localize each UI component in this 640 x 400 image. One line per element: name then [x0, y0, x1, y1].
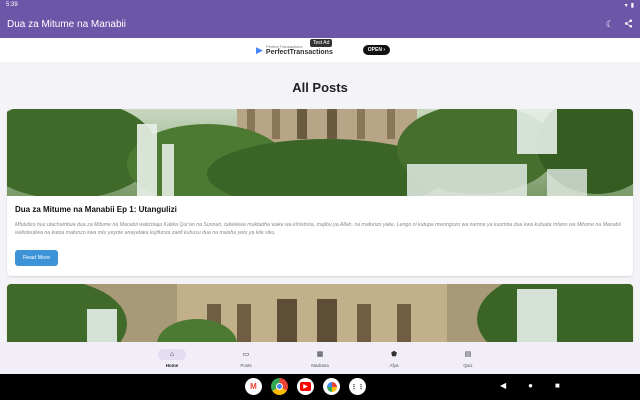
nav-item-posts[interactable]: ▭ Posts [209, 342, 283, 374]
nav-label: Home [165, 362, 179, 368]
test-ad-badge: Test Ad [310, 39, 333, 47]
post-description: Mfululizo huu utachambua dua za Mitume n… [15, 222, 621, 236]
app-title: Dua za Mitume na Manabii [7, 18, 126, 30]
nav-label: Quiz [463, 362, 473, 368]
share-icon[interactable] [624, 19, 633, 30]
post-card[interactable]: Dua za Mitume na Manabii Ep 1: Utanguliz… [7, 109, 633, 276]
main-content[interactable]: All Posts Dua za Mitume na Manabii Ep 1:… [0, 62, 640, 342]
app-drawer-icon[interactable]: ⋮⋮ [349, 378, 366, 395]
nav-label: Madrasa [311, 362, 329, 368]
post-title[interactable]: Dua za Mitume na Manabii Ep 1: Utanguliz… [15, 205, 625, 214]
post-image [7, 284, 633, 342]
nav-label: Afya [389, 362, 399, 368]
nav-item-quiz[interactable]: ▤ Quiz [431, 342, 505, 374]
bottom-navigation: ⌂ Home ▭ Posts ▦ Madrasa ⬟ Afya ▤ Quiz [0, 342, 640, 374]
nav-label: Posts [240, 362, 252, 368]
youtube-icon[interactable]: ▶ [297, 378, 314, 395]
app-bar: Dua za Mitume na Manabii ☾ [0, 10, 640, 38]
play-triangle-icon: ▶ [256, 44, 263, 55]
ad-banner[interactable]: ▶ Perfect Transactions PerfectTransactio… [0, 38, 640, 62]
back-icon[interactable]: ◀ [500, 381, 506, 390]
nav-item-madrasa[interactable]: ▦ Madrasa [283, 342, 357, 374]
nav-item-home[interactable]: ⌂ Home [135, 342, 209, 374]
status-time: 5:39 [6, 2, 18, 8]
post-card[interactable] [7, 284, 633, 342]
gmail-icon[interactable]: M [245, 378, 262, 395]
moon-icon[interactable]: ☾ [606, 19, 614, 30]
post-image [7, 109, 633, 196]
ad-open-button[interactable]: OPEN › [362, 45, 390, 55]
battery-icon: ▮ [630, 2, 634, 9]
photos-icon[interactable] [323, 378, 340, 395]
book-icon: ▭ [242, 351, 250, 358]
quiz-icon: ▤ [464, 351, 472, 358]
chrome-icon[interactable] [271, 378, 288, 395]
nav-item-afya[interactable]: ⬟ Afya [357, 342, 431, 374]
status-bar: 5:39 ▾ ▮ [0, 0, 640, 10]
wifi-icon: ▾ [624, 2, 628, 9]
read-more-button[interactable]: Read More [15, 249, 59, 266]
building-icon: ▦ [316, 351, 324, 358]
recents-icon[interactable]: ■ [555, 381, 560, 390]
ad-brand: PerfectTransactions [265, 48, 333, 56]
home-icon: ⌂ [158, 348, 186, 360]
app-dock: M ▶ ⋮⋮ [245, 378, 366, 395]
system-navigation-bar: M ▶ ⋮⋮ ◀ ● ■ [0, 374, 640, 400]
page-title: All Posts [292, 80, 348, 95]
home-button-icon[interactable]: ● [528, 381, 533, 390]
status-icons: ▾ ▮ [625, 2, 634, 9]
shield-icon: ⬟ [390, 351, 398, 358]
